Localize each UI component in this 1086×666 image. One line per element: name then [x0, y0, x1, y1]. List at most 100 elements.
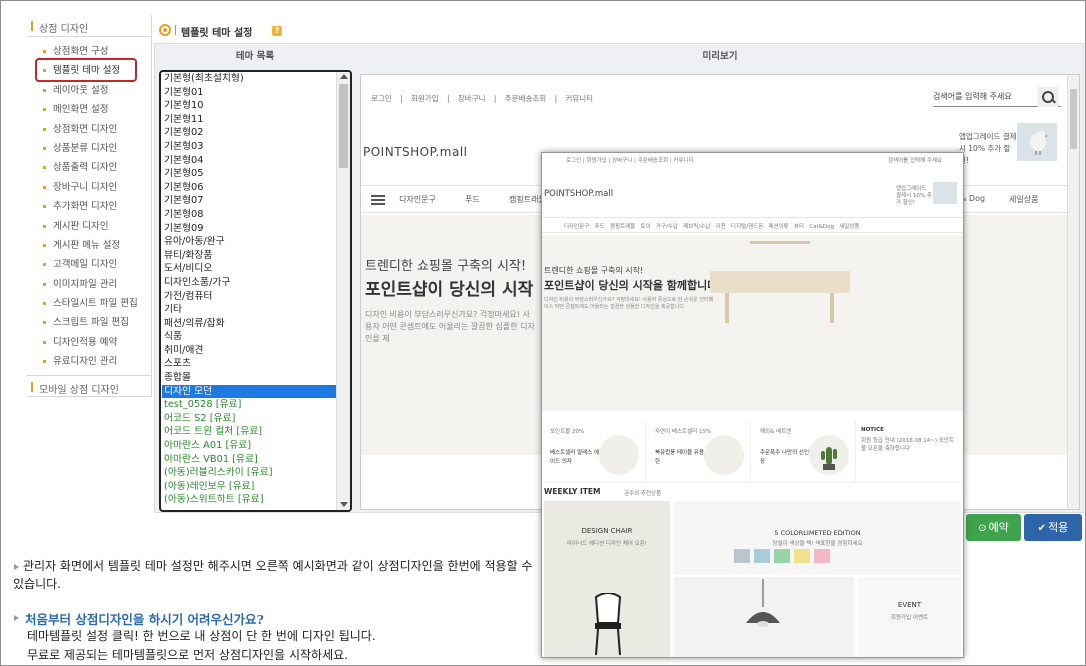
feature-card: 포인트몰 20% 베스트셀러 얼레스 에이드 의자	[542, 421, 646, 483]
chair-icon	[594, 593, 622, 656]
sidebar-item-cart-design[interactable]: 장바구니 디자인	[27, 178, 151, 197]
theme-list-item[interactable]: 취미/애견	[162, 344, 338, 358]
help-icon[interactable]: ?	[272, 26, 282, 36]
theme-list-item[interactable]: 기본형06	[162, 181, 338, 195]
bird-icon	[1030, 131, 1049, 155]
theme-list-item[interactable]: 기본형09	[162, 222, 338, 236]
theme-list-item[interactable]: test_0528 [유료]	[162, 398, 338, 412]
sidebar: 상점 디자인 상점화면 구성 템플릿 테마 설정 레이아웃 설정 메인화면 설정…	[27, 15, 151, 397]
event-subtitle: 회원가입 이벤트	[890, 615, 929, 621]
theme-list-item[interactable]: 기본형07	[162, 194, 338, 208]
design-chair-title: DESIGN CHAIR	[581, 527, 633, 535]
theme-list-item[interactable]: 스포츠	[162, 357, 338, 371]
note-description: 관리자 화면에서 템플릿 테마 설정만 해주시면 오른쪽 예시화면과 같이 상점…	[13, 559, 533, 591]
theme-list-item[interactable]: 기본형03	[162, 140, 338, 154]
theme-list-item[interactable]: 종합몰	[162, 371, 338, 385]
sidebar-item-store-design[interactable]: 상점화면 디자인	[27, 120, 151, 139]
card-image	[599, 435, 639, 475]
theme-list-item[interactable]: 도서/비디오	[162, 262, 338, 276]
theme-list-item[interactable]: 뷰티/화장품	[162, 249, 338, 263]
scroll-up-arrow-icon[interactable]	[340, 74, 348, 79]
theme-list-item[interactable]: 기본형(최초설치형)	[162, 72, 338, 86]
card-title: 베스트셀러 얼레스 에이드 의자	[550, 450, 600, 465]
theme-list-item[interactable]: 아마란스 VB01 [유료]	[162, 453, 338, 467]
sidebar-mobile-section-title[interactable]: 모바일 상점 디자인	[27, 375, 151, 397]
sidebar-item-product-display-design[interactable]: 상품출력 디자인	[27, 158, 151, 177]
note-line: 테마템플릿 설정 클릭! 한 번으로 내 상점이 단 한 번에 디자인 됩니다.	[27, 629, 376, 643]
theme-list-item[interactable]: 기본형08	[162, 208, 338, 222]
sidebar-item-design-reserve[interactable]: 디자인적용 예약	[27, 333, 151, 352]
card-tag: 포인트몰 20%	[550, 429, 585, 435]
theme-list-item[interactable]: 기본형01	[162, 86, 338, 100]
sidebar-item-main-settings[interactable]: 메인화면 설정	[27, 100, 151, 119]
theme-list-item[interactable]: 기본형11	[162, 113, 338, 127]
overlay-category-menu: 디자인문구 푸드 캠핑트래블 토이 가구/수납 패브릭/수납 키친 디지털/핸드…	[542, 217, 963, 233]
card-title: 주문폭주 나만의 선인장	[760, 450, 810, 465]
theme-list-item[interactable]: 기타	[162, 303, 338, 317]
app-frame: 상점 디자인 상점화면 구성 템플릿 테마 설정 레이아웃 설정 메인화면 설정…	[0, 0, 1086, 666]
overlay-top-links: 로그인 | 회원가입 | 장바구니 | 주문배송조회 | 커뮤니티	[566, 158, 694, 164]
drawer-swatch	[734, 549, 750, 563]
sidebar-item-board-design[interactable]: 게시판 디자인	[27, 217, 151, 236]
scroll-down-arrow-icon[interactable]	[340, 502, 348, 507]
preview-menu-item: 디자인문구	[399, 195, 436, 204]
theme-list-item[interactable]: 기본형05	[162, 167, 338, 181]
theme-list: 기본형(최초설치형) 기본형01 기본형10 기본형11 기본형02 기본형03 기본형04…	[162, 72, 338, 507]
reserve-button[interactable]: ⊙ 예약	[966, 514, 1021, 541]
apply-button-label: 적용	[1048, 521, 1069, 534]
sidebar-item-stylesheet-edit[interactable]: 스타일시트 파일 편집	[27, 294, 151, 313]
preview-header: 미리보기	[702, 51, 738, 62]
feature-card: 자연이 베스트셀러 15% 북유럽풍 테이블 유용한	[647, 421, 751, 483]
theme-listbox[interactable]: 기본형(최초설치형) 기본형01 기본형10 기본형11 기본형02 기본형03 기본형04…	[159, 70, 352, 512]
cactus-icon	[821, 447, 837, 470]
theme-list-item[interactable]: (아동)스위트하트 [유료]	[162, 493, 338, 507]
scrollbar-thumb[interactable]	[339, 84, 348, 168]
theme-list-item[interactable]: (아동)러블리스카이 [유료]	[162, 466, 338, 480]
theme-list-scrollbar[interactable]	[336, 72, 350, 510]
preview-banner-text: 앱업그레이드 결제시 10% 추가 할인!	[959, 132, 1017, 165]
chair-illustration	[750, 241, 810, 271]
preview-top-links: 로그인 | 회원가입 | 장바구니 | 주문배송조회 | 커뮤니티	[371, 94, 594, 103]
sidebar-item-board-menu[interactable]: 게시판 메뉴 설정	[27, 236, 151, 255]
preview-banner-image	[1017, 123, 1057, 161]
sidebar-item-image-files[interactable]: 이미지파일 관리	[27, 275, 151, 294]
preview-scrollbar-thumb[interactable]	[1070, 89, 1077, 149]
clock-icon: ⊙	[978, 523, 987, 534]
color-edition-subtitle: 망설이 색상을 택! 색표현을 경험하세요	[772, 541, 863, 547]
reserve-button-label: 예약	[988, 521, 1009, 534]
lamp-icon	[746, 579, 780, 627]
weekly-item-subtitle: 금주의 추천상품	[624, 491, 662, 497]
overlay-hero-line2: 포인트샵이 당신의 시작을 함께합니다!	[544, 279, 723, 292]
drawer-swatch	[794, 549, 810, 563]
design-chair-subtitle: 라이너드 에디션 디자인 체어 오픈!	[566, 541, 648, 547]
theme-list-item[interactable]: 어코드 트윈 컬처 [유료]	[162, 425, 338, 439]
theme-list-item[interactable]: 기본형02	[162, 126, 338, 140]
search-icon	[1037, 87, 1059, 107]
theme-list-item[interactable]: 아마란스 A01 [유료]	[162, 439, 338, 453]
sidebar-item-category-design[interactable]: 상품분류 디자인	[27, 139, 151, 158]
drawer-swatch	[754, 549, 770, 563]
theme-list-item[interactable]: 가전/컴퓨터	[162, 290, 338, 304]
preview-hero-line2: 포인트샵이 당신의 시작	[365, 280, 534, 300]
theme-list-item[interactable]: 유아/아동/완구	[162, 235, 338, 249]
sidebar-item-paid-design[interactable]: 유료디자인 관리	[27, 352, 151, 371]
theme-list-item[interactable]: 어코드 S2 [유료]	[162, 412, 338, 426]
preview-scrollbar[interactable]	[1067, 75, 1079, 509]
notice-list: 회원 등급 안내 (2016.08.14~) 포인트몰 오픈을 축하합니다	[861, 438, 954, 452]
sidebar-item-mail-design[interactable]: 고객메일 디자인	[27, 255, 151, 274]
sidebar-item-script-edit[interactable]: 스크립트 파일 편집	[27, 313, 151, 332]
theme-list-item[interactable]: 기본형04	[162, 154, 338, 168]
theme-list-item[interactable]: 디자인소품/가구	[162, 276, 338, 290]
theme-list-item[interactable]: 패션/의류/잡화	[162, 317, 338, 331]
apply-button[interactable]: ✔ 적용	[1024, 514, 1082, 541]
sidebar-item-extra-page-design[interactable]: 추가화면 디자인	[27, 197, 151, 216]
theme-list-item[interactable]: (아동)레인보우 [유료]	[162, 480, 338, 494]
table-illustration	[710, 271, 850, 293]
note-question: 처음부터 상점디자인을 하시기 어려우신가요?	[25, 612, 264, 627]
theme-list-item[interactable]: 식품	[162, 330, 338, 344]
theme-list-item[interactable]: 기본형10	[162, 99, 338, 113]
sidebar-section-title[interactable]: 상점 디자인	[27, 15, 151, 37]
sidebar-item-layout-settings[interactable]: 레이아웃 설정	[27, 81, 151, 100]
theme-list-item[interactable]: 디자인 모던	[162, 384, 338, 399]
overlay-hero-line3: 디자인 비용이 부담스러우신가요? 걱정마세요! 사용자 중심으로 한 손쉬운 …	[544, 297, 714, 310]
